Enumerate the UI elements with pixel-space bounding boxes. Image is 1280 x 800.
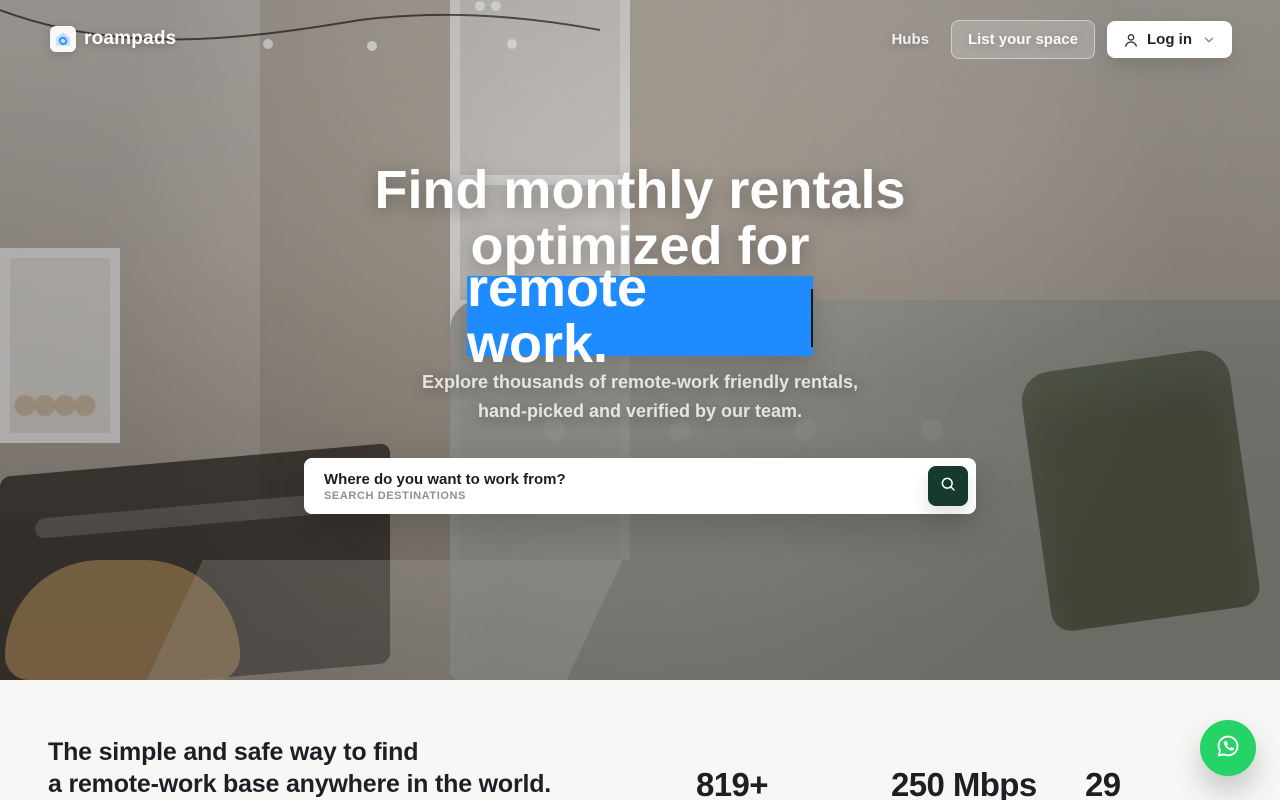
stat-value-1: 819+	[696, 766, 769, 800]
page: roampads Hubs List your space Log in Fin…	[0, 0, 1280, 800]
destination-search-text: Where do you want to work from? SEARCH D…	[324, 471, 566, 502]
nav-hubs-link[interactable]: Hubs	[881, 21, 939, 58]
value-prop-section: The simple and safe way to find a remote…	[0, 680, 1280, 800]
destination-search[interactable]: Where do you want to work from? SEARCH D…	[304, 458, 976, 514]
hero-subtitle: Explore thousands of remote-work friendl…	[0, 368, 1280, 426]
list-your-space-button[interactable]: List your space	[950, 20, 1095, 59]
hero-subtitle-line-2: hand-picked and verified by our team.	[477, 401, 803, 421]
stat-value-3: 29	[1085, 766, 1121, 800]
login-label: Log in	[1147, 31, 1192, 48]
hero-highlight: remote work.	[467, 260, 813, 372]
value-prop-heading-line-2: a remote-work base anywhere in the world…	[48, 770, 552, 798]
top-nav: Hubs List your space Log in	[881, 20, 1232, 59]
whatsapp-icon	[1214, 732, 1242, 765]
user-icon	[1123, 32, 1139, 48]
text-cursor	[811, 289, 813, 347]
hero-content: Find monthly rentals optimized for remot…	[0, 0, 1280, 680]
roampads-logo-icon	[50, 26, 76, 52]
value-prop-heading-line-1: The simple and safe way to find	[48, 738, 419, 766]
logo[interactable]: roampads	[50, 26, 176, 52]
logo-text: roampads	[84, 28, 177, 49]
search-button[interactable]	[928, 466, 968, 506]
search-icon	[939, 475, 957, 498]
login-button[interactable]: Log in	[1107, 21, 1232, 58]
destination-search-title: Where do you want to work from?	[324, 470, 566, 488]
hero-highlight-text: remote work.	[467, 258, 648, 374]
whatsapp-button[interactable]	[1200, 720, 1256, 776]
chevron-down-icon	[1202, 33, 1216, 47]
value-prop-heading: The simple and safe way to find a remote…	[48, 736, 551, 800]
hero-headline-line-1: Find monthly rentals	[374, 160, 906, 220]
stat-value-2: 250 Mbps	[891, 766, 1037, 800]
destination-search-subtitle: SEARCH DESTINATIONS	[324, 489, 466, 502]
hero-subtitle-line-1: Explore thousands of remote-work friendl…	[421, 372, 859, 392]
top-header: roampads Hubs List your space Log in	[0, 0, 1280, 80]
